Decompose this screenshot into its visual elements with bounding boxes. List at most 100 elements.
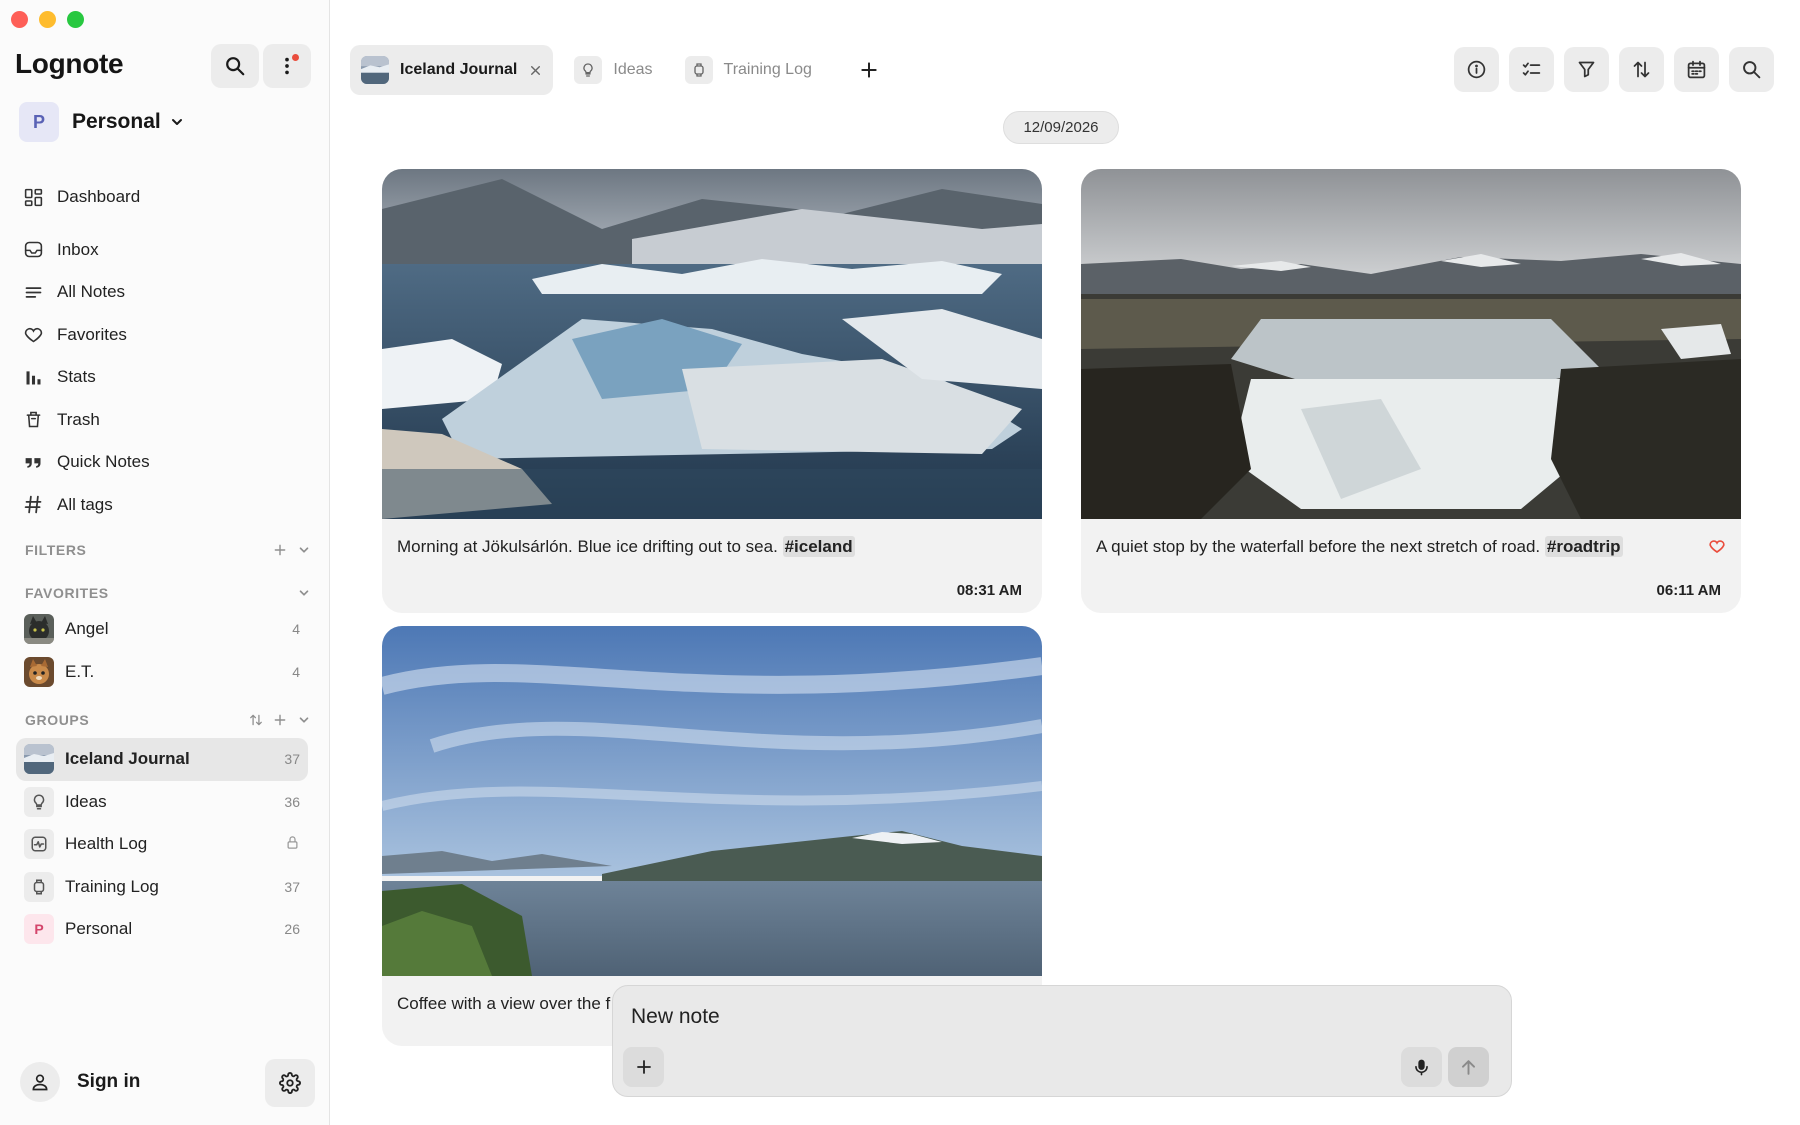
nav-item-stats[interactable]: Stats	[22, 356, 312, 399]
favorite-item-angel[interactable]: Angel 4	[16, 608, 308, 651]
list-item-label: Training Log	[65, 876, 159, 896]
nav-item-label: All tags	[57, 494, 113, 514]
checklist-button[interactable]	[1509, 47, 1554, 92]
plus-icon	[636, 1060, 651, 1074]
trash-icon	[22, 409, 44, 431]
tab-bar: Iceland Journal Ideas Training Log	[350, 45, 879, 95]
plus-icon	[274, 544, 286, 556]
note-card[interactable]: Coffee with a view over the f	[382, 626, 1042, 1046]
voice-note-button[interactable]	[1401, 1047, 1442, 1087]
health-icon	[24, 829, 54, 860]
filter-button[interactable]	[1564, 47, 1609, 92]
toolbar	[1454, 47, 1774, 92]
group-item-ideas[interactable]: Ideas 36	[16, 781, 308, 824]
collapse-favorites-button[interactable]	[297, 586, 311, 600]
chevron-down-icon	[299, 717, 309, 723]
note-card[interactable]: A quiet stop by the waterfall before the…	[1081, 169, 1741, 613]
note-card[interactable]: Morning at Jökulsárlón. Blue ice driftin…	[382, 169, 1042, 613]
nav-item-label: Dashboard	[57, 187, 141, 207]
note-composer	[612, 985, 1512, 1097]
nav-item-dashboard[interactable]: Dashboard	[22, 176, 312, 219]
list-item-count: 26	[284, 921, 300, 938]
sign-in-button[interactable]: Sign in	[20, 1062, 140, 1102]
nav-item-label: Favorites	[57, 324, 127, 344]
quote-icon	[22, 451, 44, 473]
list-item-count: 37	[284, 878, 300, 895]
note-tag[interactable]: #roadtrip	[1544, 536, 1623, 557]
heart-icon	[22, 324, 44, 346]
tab-ideas[interactable]: Ideas	[563, 45, 663, 95]
nav-item-label: Trash	[57, 409, 100, 429]
new-note-input[interactable]	[631, 1000, 1491, 1034]
plus-icon	[861, 62, 877, 78]
collapse-filters-button[interactable]	[297, 543, 311, 557]
tab-iceland-journal[interactable]: Iceland Journal	[350, 45, 554, 95]
list-item-label: Health Log	[65, 834, 148, 854]
add-tab-button[interactable]	[859, 60, 879, 80]
list-item-label: E.T.	[65, 661, 95, 681]
favorites-section-header: FAVORITES	[25, 585, 311, 601]
tab-label: Iceland Journal	[400, 61, 518, 78]
nav-item-quick-notes[interactable]: Quick Notes	[22, 441, 312, 484]
nav-item-label: Stats	[57, 367, 96, 387]
avatar	[24, 614, 54, 645]
nav-item-trash[interactable]: Trash	[22, 399, 312, 442]
dashboard-icon	[22, 186, 44, 208]
sort-button[interactable]	[1619, 47, 1664, 92]
attach-button[interactable]	[623, 1047, 664, 1087]
plus-icon	[274, 714, 286, 726]
sidebar-search-button[interactable]	[211, 44, 259, 88]
note-time: 08:31 AM	[956, 582, 1022, 599]
lock-icon	[285, 835, 300, 853]
hash-icon	[22, 494, 44, 516]
calendar-button[interactable]	[1674, 47, 1719, 92]
nav-item-favorites[interactable]: Favorites	[22, 314, 312, 357]
more-options-button[interactable]	[263, 44, 311, 88]
collapse-groups-button[interactable]	[297, 713, 311, 727]
filters-section-header: FILTERS	[25, 542, 311, 558]
group-item-health-log[interactable]: Health Log	[16, 823, 308, 866]
favorite-heart-icon[interactable]	[1708, 537, 1726, 555]
chevron-down-icon	[299, 590, 309, 596]
note-text-wrapper: Morning at Jökulsárlón. Blue ice driftin…	[397, 536, 1027, 557]
nav-item-all-notes[interactable]: All Notes	[22, 271, 312, 314]
group-item-iceland-journal[interactable]: Iceland Journal 37	[16, 738, 308, 781]
minimize-window-button[interactable]	[39, 11, 56, 28]
tab-training-log[interactable]: Training Log	[674, 45, 823, 95]
workspace-name: Personal	[72, 110, 161, 133]
close-tab-button[interactable]	[529, 64, 542, 77]
close-window-button[interactable]	[11, 11, 28, 28]
search-button[interactable]	[1729, 47, 1774, 92]
list-icon	[22, 281, 44, 303]
settings-button[interactable]	[265, 1059, 315, 1107]
date-pill[interactable]: 12/09/2026	[1003, 111, 1119, 144]
workspace-switcher[interactable]: P Personal	[19, 100, 185, 144]
bar-chart-icon	[22, 366, 44, 388]
add-filter-button[interactable]	[273, 543, 287, 557]
group-item-personal[interactable]: P Personal 26	[16, 908, 308, 951]
nav-item-all-tags[interactable]: All tags	[22, 484, 312, 527]
app-title: Lognote	[15, 48, 124, 79]
search-icon	[1743, 61, 1761, 79]
send-note-button[interactable]	[1448, 1047, 1489, 1087]
note-text: Morning at Jökulsárlón. Blue ice driftin…	[397, 537, 778, 556]
note-photo-glacier-lagoon	[382, 169, 1042, 519]
main-content: Iceland Journal Ideas Training Log 12/09…	[331, 0, 1800, 1125]
nav-item-label: Quick Notes	[57, 452, 150, 472]
tab-label: Ideas	[613, 61, 653, 78]
note-caption: A quiet stop by the waterfall before the…	[1081, 536, 1741, 557]
list-item-label: Ideas	[65, 791, 107, 811]
sort-icon	[1633, 61, 1650, 78]
tab-label: Training Log	[723, 61, 812, 78]
group-item-training-log[interactable]: Training Log 37	[16, 866, 308, 909]
note-tag[interactable]: #iceland	[782, 536, 855, 557]
nav-item-label: Inbox	[57, 239, 99, 259]
maximize-window-button[interactable]	[67, 11, 84, 28]
nav-item-inbox[interactable]: Inbox	[22, 229, 312, 272]
add-group-button[interactable]	[273, 713, 287, 727]
favorite-item-et[interactable]: E.T. 4	[16, 651, 308, 694]
info-button[interactable]	[1454, 47, 1499, 92]
note-photo-waterfall	[1081, 169, 1741, 519]
sort-groups-button[interactable]	[249, 713, 263, 727]
gear-icon	[279, 1072, 301, 1094]
